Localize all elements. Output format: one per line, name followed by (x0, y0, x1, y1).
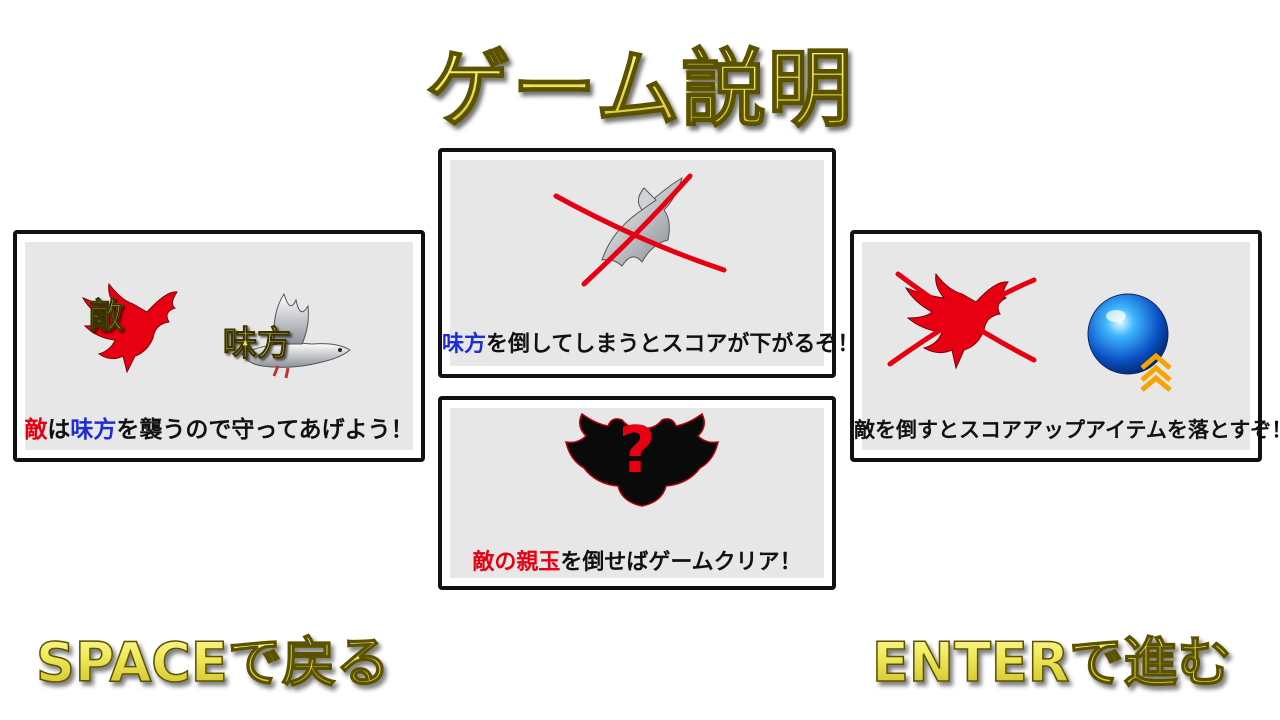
question-mark: ? (618, 414, 656, 488)
panel-ally-penalty: 味方を倒してしまうとスコアが下がるぞ！ (438, 148, 860, 378)
enemy-tag: 敵 (89, 288, 124, 337)
panel-top-center-caption: 味方を倒してしまうとスコアが下がるぞ！ (442, 332, 860, 357)
panel-enemy-attacks-ally: 敵 味方 敵は味方を襲うので守ってあげよう！ (13, 230, 425, 462)
panel-item-drop: 敵を倒すとスコアアップアイテムを落とすぞ！ (850, 230, 1280, 462)
next-button[interactable]: ENTERで進む (871, 618, 1232, 697)
score-up-chevron-icon (1140, 352, 1172, 392)
cross-mark-icon (553, 173, 727, 287)
panel-bottom-center-caption: 敵の親玉を倒せばゲームクリア！ (472, 550, 802, 575)
panel-right-caption: 敵を倒すとスコアアップアイテムを落とすぞ！ (854, 418, 1280, 442)
page-title: ゲーム説明 (0, 22, 1280, 143)
ally-tag: 味方 (223, 316, 292, 365)
back-button[interactable]: SPACEで戻る (35, 618, 390, 697)
cross-mark-icon (887, 271, 1037, 367)
panel-boss-clear: ? 敵の親玉を倒せばゲームクリア！ (438, 396, 836, 590)
panel-left-caption: 敵は味方を襲うので守ってあげよう！ (24, 417, 414, 443)
